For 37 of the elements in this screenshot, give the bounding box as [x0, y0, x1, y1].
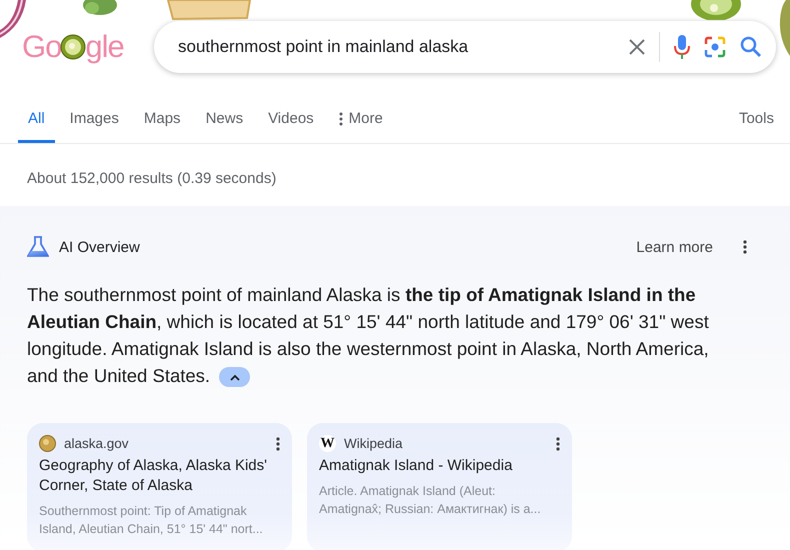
more-options-icon[interactable] — [556, 436, 560, 450]
flask-icon — [27, 236, 49, 258]
globe-icon — [39, 435, 56, 452]
source-card[interactable]: alaska.gov Geography of Alaska, Alaska Kids' Corner, State of Alaska Southernmost point: Tip of Amatignak Island, Aleutian Chain, 51° 15' 44" nort... — [27, 423, 292, 550]
tab[interactable]: More — [338, 110, 383, 143]
herb-drawing — [80, 0, 120, 16]
site-logo: W — [319, 435, 336, 452]
pepper-drawing — [690, 0, 742, 20]
tab[interactable]: News — [206, 110, 244, 143]
tab[interactable]: Images — [70, 110, 119, 143]
close-icon[interactable] — [629, 39, 645, 55]
source-title: Amatignak Island - Wikipedia — [319, 456, 514, 476]
tab[interactable]: Videos — [268, 110, 314, 143]
more-options-icon[interactable] — [276, 436, 280, 450]
source-snippet: Article. Amatignak Island (Aleut: Amatignax̂; Russian: Амактигнак) is a... — [319, 483, 542, 518]
source-card[interactable]: W Wikipedia Amatignak Island - Wikipedia Article. Amatignak Island (Aleut: Amatignax̂; Russian: Амактигнак) is a... — [307, 423, 572, 550]
more-options-icon[interactable] — [743, 240, 747, 254]
pepper-icon — [60, 34, 86, 60]
overview-text: The southernmost point of mainland Alaska is the tip of Amatignak Island in the Aleutian Chain, which is located at 51° 15' 44" north latitude and 179° 06' 31" west longitude. Amatignak Island is also the westernmost point in Alaska, North America, and the United States. — [27, 283, 710, 389]
source-snippet: Southernmost point: Tip of Amatignak Island, Aleutian Chain, 51° 15' 44" nort... — [39, 503, 264, 538]
tab[interactable]: Maps — [144, 110, 181, 143]
camera-icon[interactable] — [704, 36, 726, 58]
result-stats: About 152,000 results (0.39 seconds) — [26, 169, 278, 189]
chevron-icon — [230, 374, 240, 381]
leaf-drawing — [778, 0, 790, 56]
learn-more-link[interactable]: Learn more — [636, 238, 713, 256]
site-name: alaska.gov — [64, 436, 130, 451]
microphone-icon[interactable] — [674, 35, 690, 59]
search-field[interactable]: southernmost point in mainland alaska — [154, 21, 776, 73]
site-name: Wikipedia — [344, 436, 404, 451]
more-icon — [338, 112, 343, 126]
tools-button[interactable]: Tools — [738, 110, 790, 143]
source-title: Geography of Alaska, Alaska Kids' Corner, State of Alaska — [39, 456, 268, 496]
tab[interactable]: All — [18, 110, 55, 143]
collapse-button[interactable] — [219, 367, 250, 388]
section-title: AI Overview — [59, 238, 140, 256]
search-icon[interactable] — [740, 36, 762, 58]
